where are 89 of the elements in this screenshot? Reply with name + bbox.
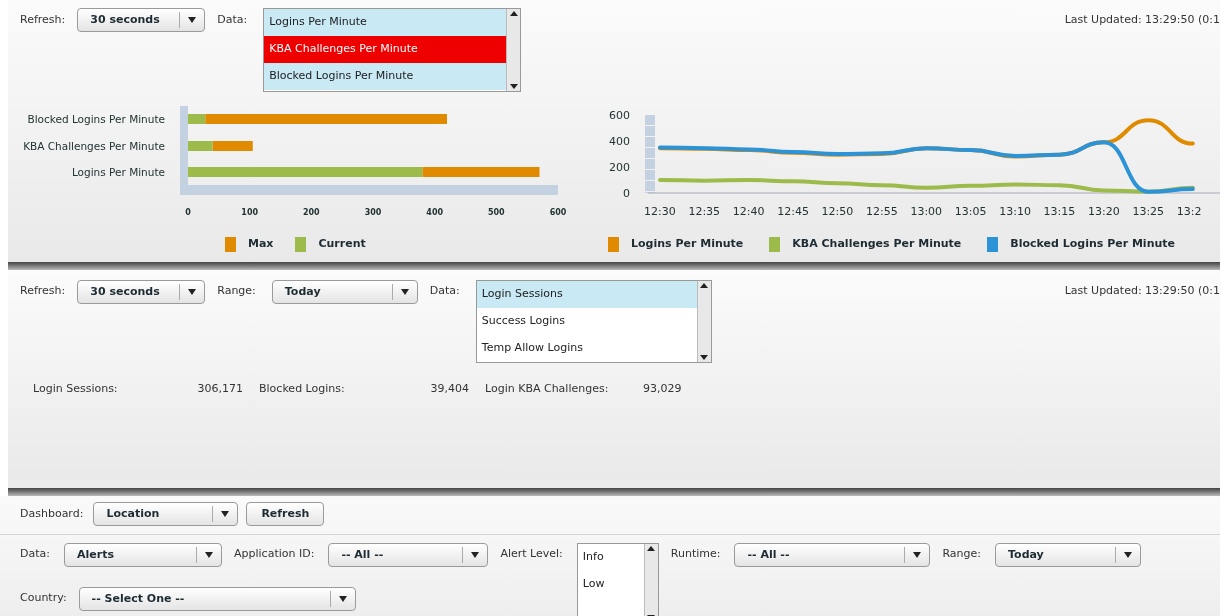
list-item[interactable]: Logins Per Minute xyxy=(264,9,507,36)
list-box[interactable]: Info Low xyxy=(576,543,659,616)
legend-label: Max xyxy=(248,236,274,252)
category-label: Logins Per Minute xyxy=(71,166,165,178)
caret-icon xyxy=(188,17,197,23)
tick-label: 13:00 xyxy=(910,205,943,218)
tick-label: 500 xyxy=(488,208,505,217)
field-label: Last Updated: 13:29:50 (0:1 xyxy=(1064,12,1220,28)
tick-label: 12:45 xyxy=(777,205,809,218)
legend-swatch xyxy=(608,236,619,252)
dropdown[interactable]: Today xyxy=(271,280,418,304)
tick-label: 400 xyxy=(426,208,443,217)
refresh-button[interactable]: Refresh xyxy=(246,502,325,526)
tick-label: 12:50 xyxy=(821,205,854,218)
caret-icon xyxy=(221,511,230,517)
caret-icon xyxy=(338,596,347,602)
list-box[interactable]: Login Sessions Success Logins Temp Allow Logins xyxy=(475,280,712,363)
field-label: Blocked Logins: xyxy=(259,381,346,397)
dropdown[interactable]: Today xyxy=(995,543,1142,567)
dropdown[interactable]: Location xyxy=(93,502,239,526)
caret-icon xyxy=(205,552,213,558)
tick-label: 0 xyxy=(185,208,191,217)
field-label: Refresh: xyxy=(20,12,66,28)
field-label: Alert Level: xyxy=(500,546,563,562)
legend-label: Logins Per Minute xyxy=(631,236,744,252)
tick-label: 12:55 xyxy=(866,205,898,218)
scroll-up-icon[interactable] xyxy=(700,281,709,291)
field-label: Application ID: xyxy=(234,546,315,562)
tick-label: 13:15 xyxy=(1043,205,1076,218)
list-item[interactable]: Blocked Logins Per Minute xyxy=(264,63,507,90)
stat-value: 93,029 xyxy=(643,381,682,397)
tick-label: 200 xyxy=(609,160,630,174)
legend-swatch xyxy=(769,236,781,252)
field-label: Data: xyxy=(429,283,460,299)
dropdown[interactable]: 30 seconds xyxy=(77,280,206,304)
list-box[interactable]: Logins Per Minute KBA Challenges Per Minute Blocked Logins Per Minute xyxy=(263,8,522,92)
list-item[interactable]: Login Sessions xyxy=(476,281,697,308)
dropdown[interactable]: -- All -- xyxy=(328,543,489,567)
legend-label: KBA Challenges Per Minute xyxy=(792,236,962,252)
tick-label: 13:20 xyxy=(1088,205,1120,218)
field-label: Range: xyxy=(217,283,256,299)
tick-label: 13:10 xyxy=(999,205,1031,218)
tick-label: 0 xyxy=(623,186,630,200)
tick-label: 400 xyxy=(609,134,630,148)
field-label: Data: xyxy=(217,12,248,28)
caret-icon xyxy=(400,289,409,295)
category-label: Blocked Logins Per Minute xyxy=(27,113,165,125)
field-label: Range: xyxy=(942,546,982,562)
dropdown[interactable]: 30 seconds xyxy=(77,8,206,32)
field-label: Data: xyxy=(20,546,50,562)
caret-icon xyxy=(1124,552,1133,558)
tick-label: 200 xyxy=(303,208,320,217)
legend-swatch xyxy=(295,236,307,252)
field-label: Login KBA Challenges: xyxy=(485,381,610,397)
scroll-up-icon[interactable] xyxy=(509,9,518,19)
stat-value: 306,171 xyxy=(196,381,243,397)
legend-label: Current xyxy=(318,236,366,252)
category-label: KBA Challenges Per Minute xyxy=(23,140,165,152)
tick-label: 13:25 xyxy=(1132,205,1165,218)
dropdown[interactable]: Alerts xyxy=(64,543,222,567)
scroll-down-icon[interactable] xyxy=(509,81,518,91)
caret-icon xyxy=(188,289,197,295)
list-item[interactable]: KBA Challenges Per Minute xyxy=(264,36,507,63)
caret-icon xyxy=(471,552,480,558)
tick-label: 13:05 xyxy=(954,205,987,218)
field-label: Refresh: xyxy=(20,283,66,299)
dropdown[interactable]: -- All -- xyxy=(734,543,931,567)
tick-label: 600 xyxy=(609,108,630,122)
scroll-down-icon[interactable] xyxy=(700,352,709,362)
field-label: Country: xyxy=(20,590,67,606)
tick-label: 12:35 xyxy=(688,205,721,218)
caret-icon xyxy=(913,552,922,558)
scrollbar[interactable] xyxy=(506,9,521,91)
field-label: Dashboard: xyxy=(20,505,84,522)
scroll-up-icon[interactable] xyxy=(647,544,656,554)
tick-label: 100 xyxy=(241,208,258,217)
tick-label: 13:2 xyxy=(1176,205,1202,218)
legend-swatch xyxy=(987,236,999,252)
field-label: Login Sessions: xyxy=(33,381,119,397)
legend-swatch xyxy=(225,236,236,252)
tick-label: 300 xyxy=(364,208,382,217)
dropdown[interactable]: -- Select One -- xyxy=(78,587,356,611)
tick-label: 12:30 xyxy=(644,205,676,218)
stat-value: 39,404 xyxy=(429,381,469,397)
field-label: Last Updated: 13:29:50 (0:1 xyxy=(1064,283,1220,299)
field-label: Runtime: xyxy=(670,546,721,562)
tick-label: 12:40 xyxy=(732,205,765,218)
legend-label: Blocked Logins Per Minute xyxy=(1010,236,1175,252)
tick-label: 600 xyxy=(549,208,567,217)
